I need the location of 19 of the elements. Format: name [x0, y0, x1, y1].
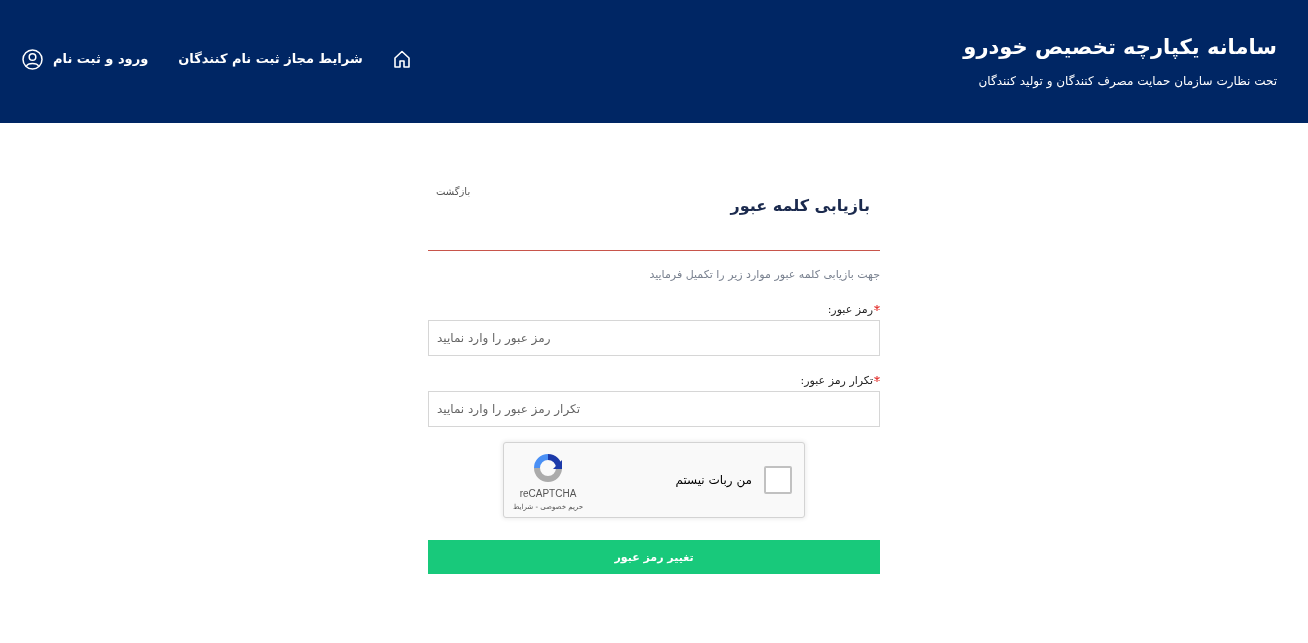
- captcha-label: من ربات نیستم: [675, 473, 752, 487]
- password-field[interactable]: تکرار رمز عبور را وارد نمایید: [428, 391, 880, 427]
- field-label: رمز عبور:: [827, 302, 873, 318]
- site-subtitle: تحت نظارت سازمان حمایت مصرف کنندگان و تولید کنندگان: [978, 73, 1277, 89]
- password-field[interactable]: رمز عبور را وارد نمایید: [428, 320, 880, 356]
- login-label: ورود و ثبت نام: [53, 50, 149, 69]
- captcha-checkbox[interactable]: [764, 466, 792, 494]
- home-icon: [392, 50, 411, 68]
- field-label: تکرار رمز عبور:: [800, 373, 873, 389]
- back-link[interactable]: بازگشت: [436, 185, 471, 199]
- instruction-text: جهت بازیابی کلمه عبور موارد زیر را تکمیل فرمایید: [648, 267, 880, 283]
- circular-arrows-icon: [532, 452, 564, 484]
- site-title: سامانه یکپارچه تخصیص خودرو: [963, 34, 1277, 61]
- user-icon: [22, 48, 43, 70]
- nav-link[interactable]: شرایط مجاز ثبت نام کنندگان: [178, 48, 363, 70]
- home-link[interactable]: [392, 50, 411, 68]
- captcha-brand: reCAPTCHA: [519, 488, 577, 500]
- page-heading: بازیابی کلمه عبور: [730, 195, 870, 217]
- login-link[interactable]: ورود و ثبت نام: [22, 48, 149, 70]
